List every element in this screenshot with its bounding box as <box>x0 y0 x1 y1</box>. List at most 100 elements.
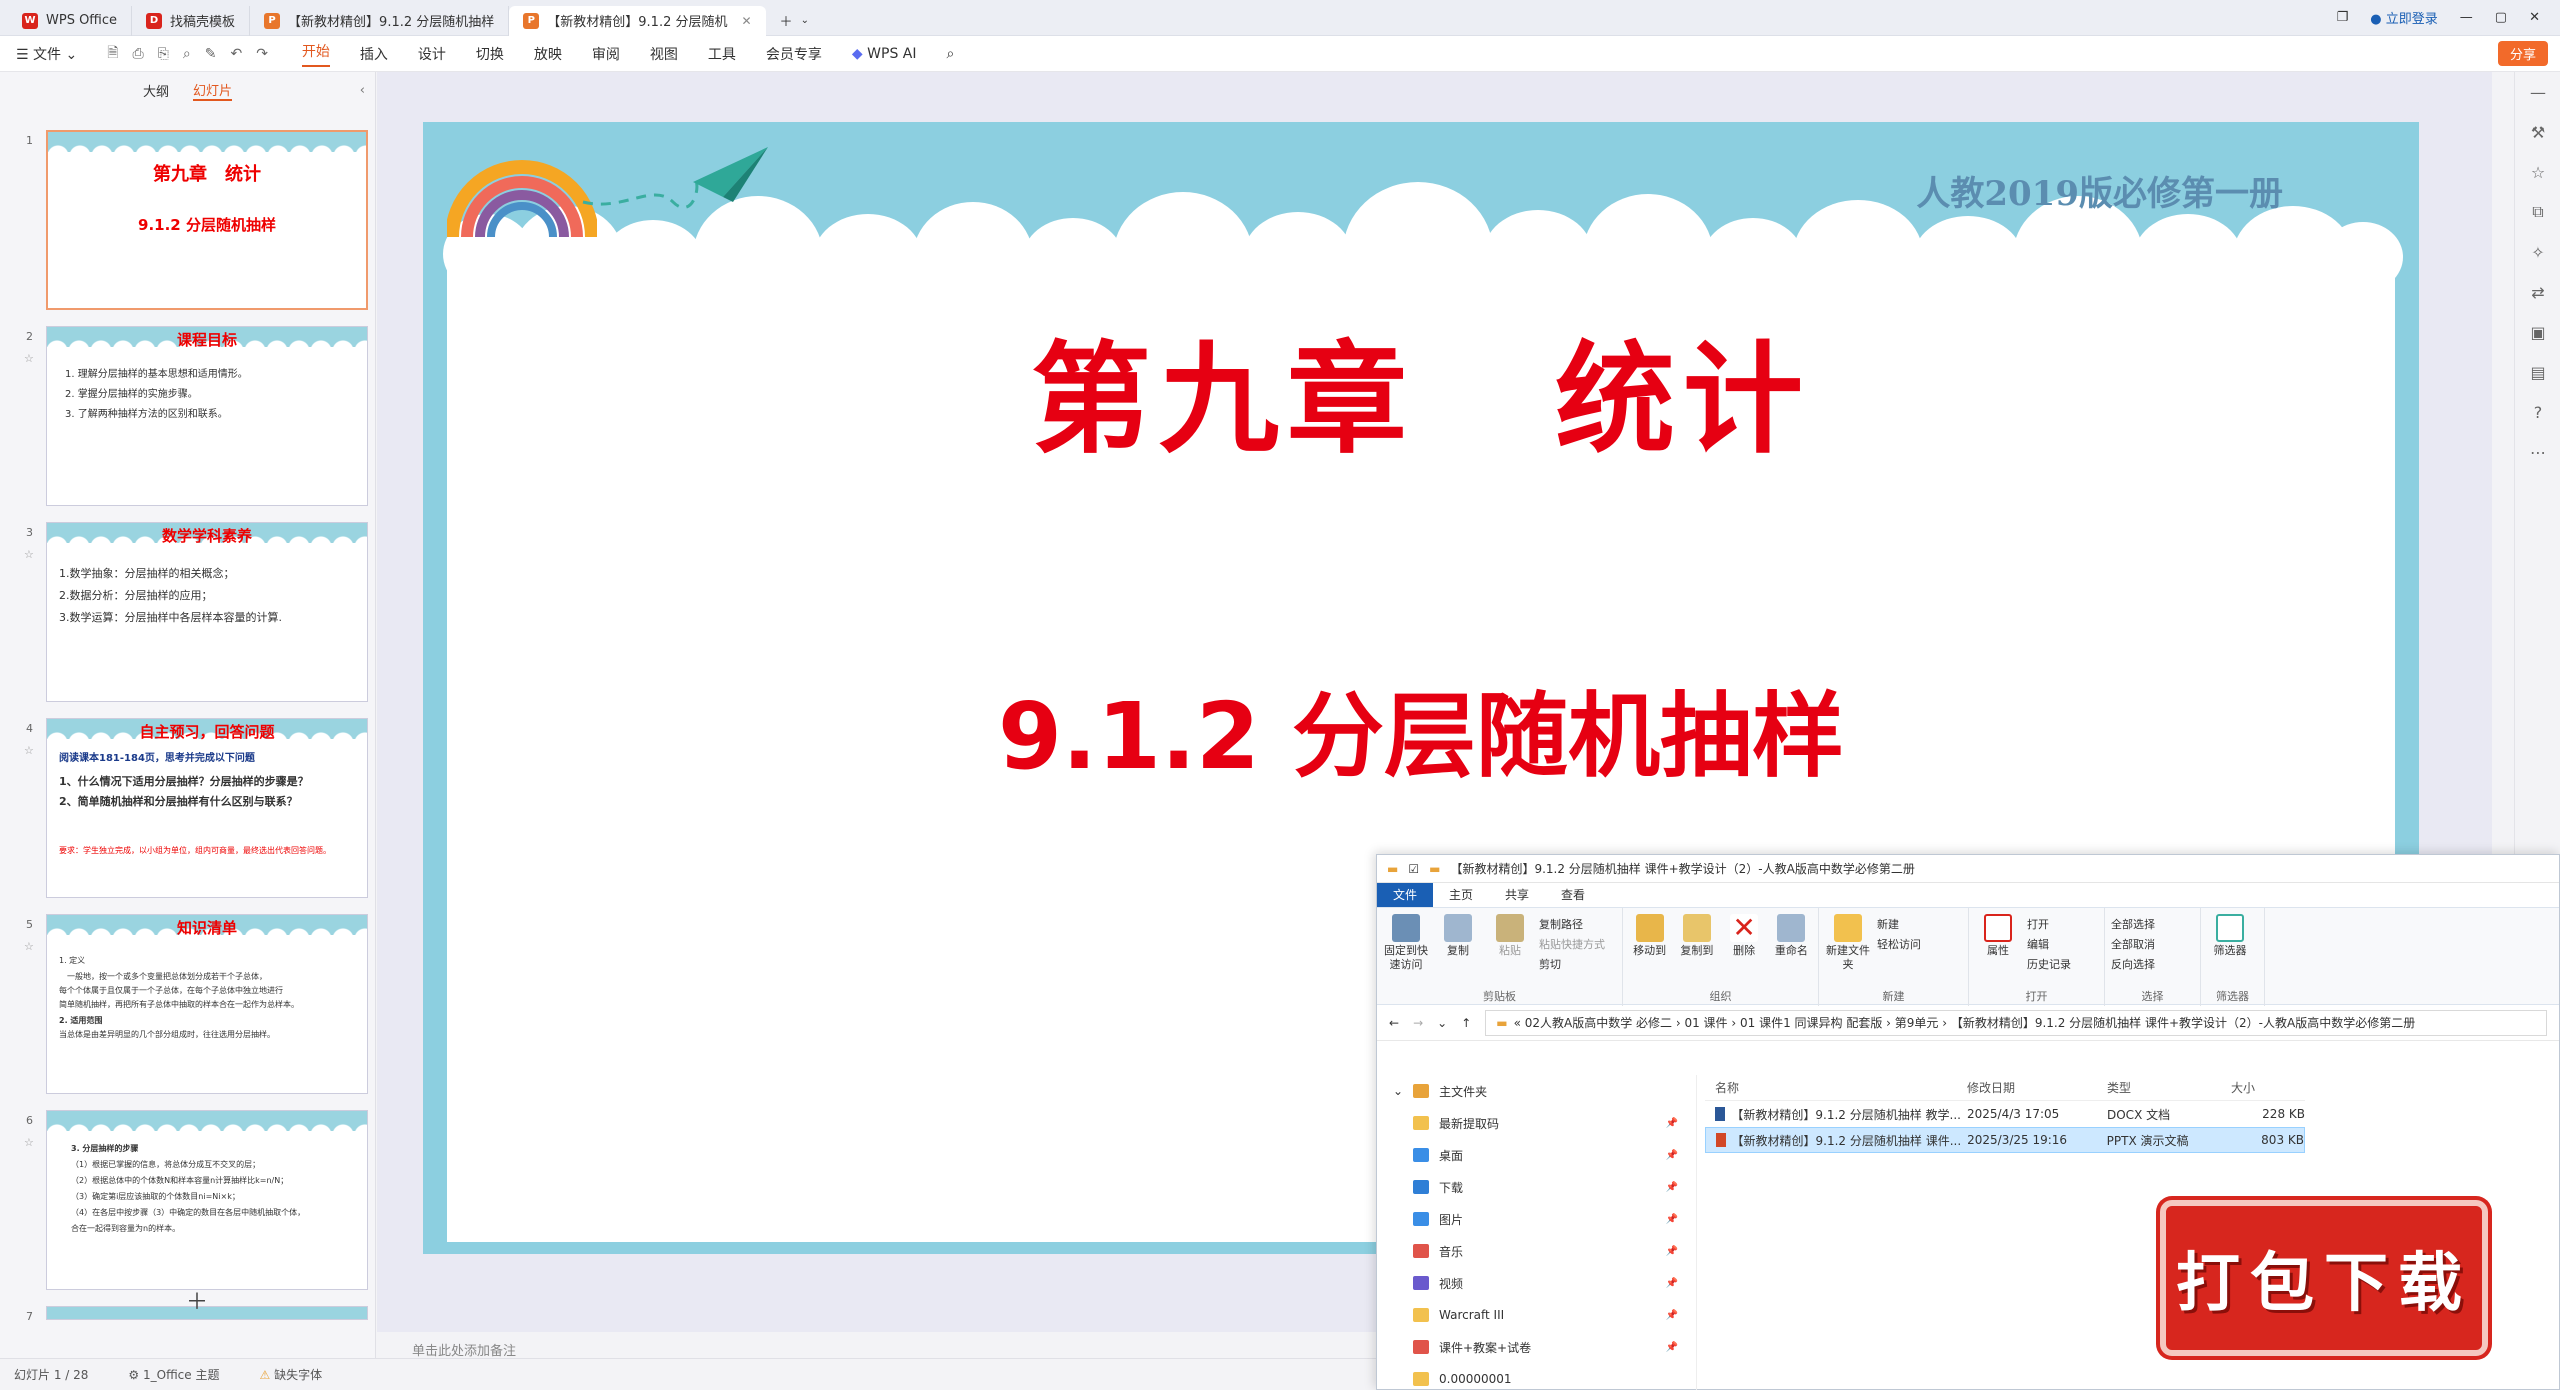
pictures-icon <box>1413 1212 1429 1226</box>
preview-icon[interactable]: ⌕ <box>183 46 191 62</box>
tab-wps-office[interactable]: W WPS Office <box>8 5 133 36</box>
new-tab-button[interactable]: ＋ ⌄ <box>766 6 823 36</box>
cut-button[interactable]: 剪切 <box>1539 956 1605 972</box>
image-icon[interactable]: ▣ <box>2515 312 2560 352</box>
restore-icon[interactable]: ❐ <box>2337 10 2349 25</box>
slide-thumb-6[interactable]: 3. 分层抽样的步骤 （1）根据已掌握的信息，将总体分成互不交叉的层； （2）根… <box>46 1110 368 1290</box>
menu-home[interactable]: 开始 <box>301 41 330 67</box>
slide-thumb-5[interactable]: 知识清单 1. 定义 一般地，按一个或多个变量把总体划分成若干个子总体， 每个个… <box>46 914 368 1094</box>
missing-font-indicator[interactable]: ⚠ 缺失字体 <box>259 1366 322 1383</box>
more-icon[interactable]: ⋯ <box>2515 432 2560 472</box>
checkbox-icon[interactable]: ☑ <box>1408 862 1419 876</box>
slide-thumb-3[interactable]: 数学学科素养 1.数学抽象：分层抽样的相关概念； 2.数据分析：分层抽样的应用；… <box>46 522 368 702</box>
nav-item[interactable]: 最新提取码 📌 <box>1377 1107 1696 1139</box>
add-slide-button[interactable]: ＋ <box>186 1284 208 1316</box>
up-icon[interactable]: ↑ <box>1461 1016 1471 1030</box>
copy-path-button[interactable]: 复制路径 <box>1539 916 1605 932</box>
new-item-button[interactable]: 新建 <box>1877 916 1921 932</box>
edit-button[interactable]: 编辑 <box>2027 936 2071 952</box>
file-row-selected[interactable]: 【新教材精创】9.1.2 分层随机抽样 课件... 2025/3/25 19:1… <box>1705 1127 2305 1153</box>
nav-item[interactable]: 课件+教案+试卷 📌 <box>1377 1331 1696 1363</box>
nav-item[interactable]: 桌面 📌 <box>1377 1139 1696 1171</box>
translate-icon[interactable]: ⇄ <box>2515 272 2560 312</box>
search-icon[interactable]: ⌕ <box>946 46 954 62</box>
slide-thumb-4[interactable]: 自主预习，回答问题 阅读课本181-184页，思考并完成以下问题 1、什么情况下… <box>46 718 368 898</box>
col-type[interactable]: 类型 <box>2101 1079 2225 1096</box>
invert-selection-button[interactable]: 反向选择 <box>2111 956 2155 972</box>
path-input[interactable]: ▬ « 02人教A版高中数学 必修二 › 01 课件 › 01 课件1 同课异构 … <box>1485 1009 2547 1036</box>
close-window-icon[interactable]: ✕ <box>2529 10 2540 25</box>
nav-item[interactable]: 音乐 📌 <box>1377 1235 1696 1267</box>
save-icon[interactable]: 🗎 <box>107 42 118 66</box>
recent-icon[interactable]: ⌄ <box>1437 1016 1447 1030</box>
tab-outline[interactable]: 大纲 <box>143 81 169 100</box>
star-icon[interactable]: ☆ <box>24 352 34 365</box>
share-button[interactable]: 分享 <box>2497 41 2548 66</box>
menu-member[interactable]: 会员专享 <box>766 44 822 64</box>
tab-presentation-active[interactable]: P 【新教材精创】9.1.2 分层随机 ✕ <box>509 5 766 36</box>
select-none-button[interactable]: 全部取消 <box>2111 936 2155 952</box>
menu-transition[interactable]: 切换 <box>476 44 504 64</box>
help-icon[interactable]: ? <box>2515 392 2560 432</box>
minimize-icon[interactable]: — <box>2460 10 2473 25</box>
theme-indicator[interactable]: ⚙ 1_Office 主题 <box>128 1366 219 1383</box>
star-icon[interactable]: ☆ <box>2515 152 2560 192</box>
forward-icon[interactable]: → <box>1413 1016 1423 1030</box>
tools-icon[interactable]: ⚒ <box>2515 112 2560 152</box>
print-icon[interactable]: ⎘ <box>158 46 169 62</box>
explorer-tab-file[interactable]: 文件 <box>1377 883 1434 907</box>
nav-item[interactable]: 图片 📌 <box>1377 1203 1696 1235</box>
redo-icon[interactable]: ↷ <box>256 46 268 62</box>
easy-access-button[interactable]: 轻松访问 <box>1877 936 1921 952</box>
collapse-panel-icon[interactable]: ‹ <box>360 83 365 98</box>
star-icon[interactable]: ☆ <box>24 1136 34 1149</box>
copy-icon[interactable]: ⧉ <box>2515 192 2560 232</box>
star-icon[interactable]: ☆ <box>24 744 34 757</box>
nav-item[interactable]: 0.00000001 <box>1377 1363 1696 1390</box>
notes-placeholder[interactable]: 单击此处添加备注 <box>412 1340 516 1359</box>
file-menu[interactable]: ☰ 文件 ⌄ <box>16 44 77 64</box>
menu-review[interactable]: 审阅 <box>592 44 620 64</box>
explorer-tab-share[interactable]: 共享 <box>1489 883 1545 907</box>
maximize-icon[interactable]: ▢ <box>2495 10 2507 25</box>
history-button[interactable]: 历史记录 <box>2027 956 2071 972</box>
back-icon[interactable]: ← <box>1389 1016 1399 1030</box>
minus-icon[interactable]: — <box>2515 72 2560 112</box>
undo-icon[interactable]: ↶ <box>230 46 242 62</box>
file-row[interactable]: 【新教材精创】9.1.2 分层随机抽样 教学... 2025/4/3 17:05… <box>1705 1101 2305 1127</box>
menu-design[interactable]: 设计 <box>418 44 446 64</box>
slide-thumb-1[interactable]: 第九章 统计 9.1.2 分层随机抽样 <box>46 130 368 310</box>
paste-shortcut-button[interactable]: 粘贴快捷方式 <box>1539 936 1605 952</box>
close-tab-icon[interactable]: ✕ <box>741 14 751 28</box>
menu-view[interactable]: 视图 <box>650 44 678 64</box>
book-icon[interactable]: ▤ <box>2515 352 2560 392</box>
menu-slideshow[interactable]: 放映 <box>534 44 562 64</box>
magic-icon[interactable]: ✧ <box>2515 232 2560 272</box>
open-button[interactable]: 打开 <box>2027 916 2071 932</box>
login-link[interactable]: ● 立即登录 <box>2370 8 2438 27</box>
tab-template[interactable]: D 找稿壳模板 <box>132 5 251 36</box>
tab-slides[interactable]: 幻灯片 <box>193 80 233 101</box>
download-badge[interactable]: 打包下载 <box>2160 1200 2488 1356</box>
tab-presentation-1[interactable]: P 【新教材精创】9.1.2 分层随机抽样 <box>250 5 510 36</box>
star-icon[interactable]: ☆ <box>24 548 34 561</box>
menu-insert[interactable]: 插入 <box>360 44 388 64</box>
export-icon[interactable]: ⎙ <box>132 46 143 62</box>
nav-item-home[interactable]: ⌄ 主文件夹 <box>1377 1075 1696 1107</box>
menu-wps-ai[interactable]: ◆ WPS AI <box>852 46 917 62</box>
explorer-titlebar: ▬ ☑ ▬ 【新教材精创】9.1.2 分层随机抽样 课件+教学设计（2）-人教A… <box>1377 855 2559 883</box>
menu-tools[interactable]: 工具 <box>708 44 736 64</box>
nav-item[interactable]: 下载 📌 <box>1377 1171 1696 1203</box>
col-name[interactable]: 名称 <box>1705 1079 1961 1096</box>
nav-item[interactable]: 视频 📌 <box>1377 1267 1696 1299</box>
col-date[interactable]: 修改日期 <box>1961 1079 2101 1096</box>
explorer-tab-home[interactable]: 主页 <box>1433 883 1489 907</box>
col-size[interactable]: 大小 <box>2225 1079 2305 1096</box>
slide-thumb-2[interactable]: 课程目标 1. 理解分层抽样的基本思想和适用情形。 2. 掌握分层抽样的实施步骤… <box>46 326 368 506</box>
star-icon[interactable]: ☆ <box>24 940 34 953</box>
select-all-button[interactable]: 全部选择 <box>2111 916 2155 932</box>
format-painter-icon[interactable]: ✎ <box>205 46 217 62</box>
slide-number: 6 <box>26 1114 33 1127</box>
explorer-tab-view[interactable]: 查看 <box>1545 883 1601 907</box>
nav-item[interactable]: Warcraft III 📌 <box>1377 1299 1696 1331</box>
